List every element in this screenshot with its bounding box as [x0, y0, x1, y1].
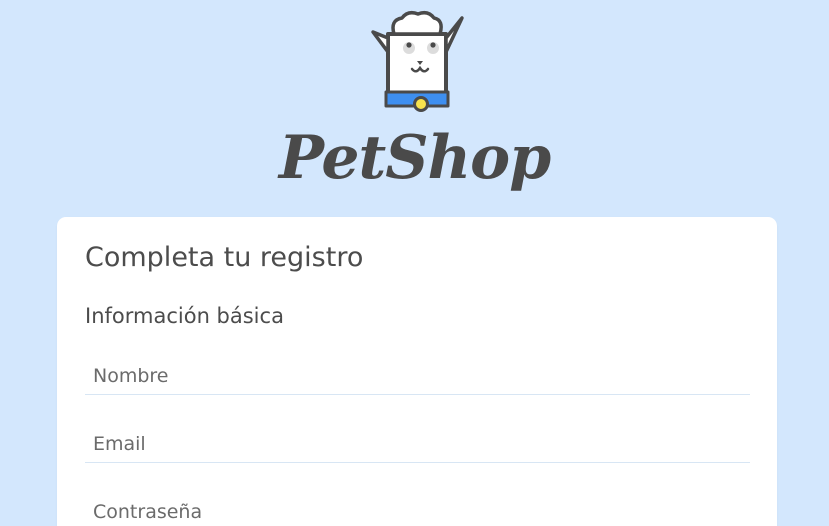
registration-card: Completa tu registro Información básica	[57, 217, 777, 526]
nombre-field[interactable]	[85, 357, 750, 395]
page-title: Completa tu registro	[85, 242, 364, 273]
section-title-basic-info: Información básica	[85, 304, 284, 328]
brand-name: PetShop	[278, 123, 551, 193]
dog-logo-icon	[371, 10, 464, 112]
password-field[interactable]	[85, 493, 750, 526]
registration-page: PetShop Completa tu registro Información…	[0, 0, 829, 526]
email-field[interactable]	[85, 425, 750, 463]
